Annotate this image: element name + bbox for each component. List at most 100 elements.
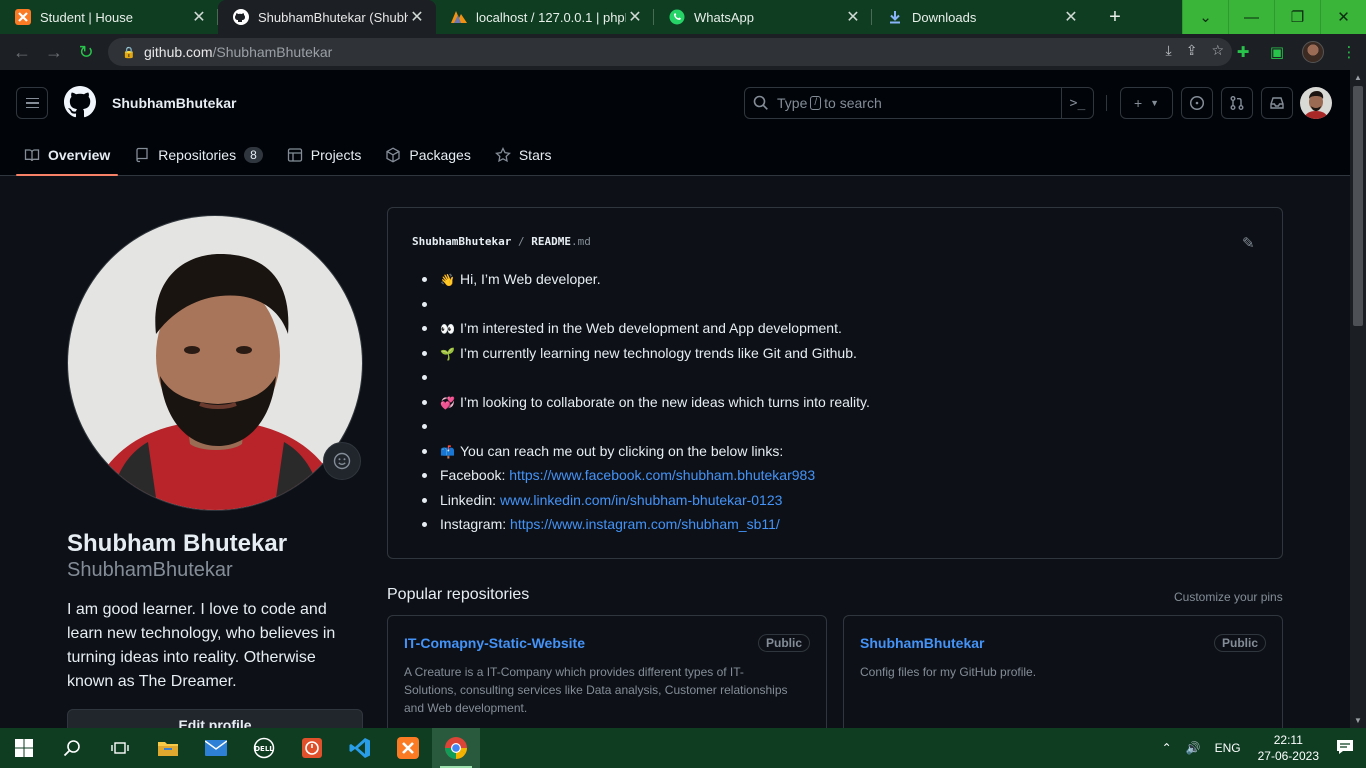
tab-stars[interactable]: Stars — [487, 134, 560, 176]
menu-kebab-icon[interactable]: ⋮ — [1340, 43, 1358, 61]
browser-tab-downloads[interactable]: Downloads ✕ — [872, 0, 1090, 34]
tab-overview[interactable]: Overview — [16, 134, 119, 176]
taskbar-mcafee[interactable] — [288, 728, 336, 768]
issues-button[interactable] — [1181, 87, 1213, 119]
command-palette-icon[interactable]: >_ — [1061, 88, 1093, 118]
close-icon[interactable]: ✕ — [844, 7, 862, 27]
reload-button[interactable]: ↻ — [70, 36, 102, 68]
browser-tab-github[interactable]: ShubhamBhutekar (Shubham ✕ — [218, 0, 436, 34]
pinned-repo-card: ShubhamBhutekar Public Config files for … — [843, 615, 1283, 728]
github-header: ShubhamBhutekar Type / to search >_ + ▼ O… — [0, 70, 1350, 176]
url-input[interactable]: 🔒 github.com/ShubhamBhutekar ⤓ ⇪ ☆ — [108, 38, 1232, 66]
start-button[interactable] — [0, 728, 48, 768]
browser-tab-strip: Student | House ✕ ShubhamBhutekar (Shubh… — [0, 0, 1366, 34]
input-language[interactable]: ENG — [1208, 741, 1248, 755]
taskbar-dell[interactable]: DELL — [240, 728, 288, 768]
edit-profile-button[interactable]: Edit profile — [67, 709, 363, 728]
table-icon — [287, 147, 303, 163]
linkedin-link[interactable]: www.linkedin.com/in/shubham-bhutekar-012… — [500, 492, 782, 508]
arrow-left-icon: ← — [13, 41, 31, 62]
github-logo-icon[interactable] — [64, 86, 96, 118]
scrollbar-thumb[interactable] — [1353, 86, 1363, 326]
scroll-down-arrow-icon[interactable]: ▼ — [1354, 716, 1362, 725]
social-link-linkedin: Linkedin: www.linkedin.com/in/shubham-bh… — [422, 488, 870, 513]
page-scrollbar[interactable]: ▲ ▼ — [1350, 70, 1366, 728]
customize-pins-link[interactable]: Customize your pins — [1174, 590, 1283, 604]
pull-requests-button[interactable] — [1221, 87, 1253, 119]
profile-avatar-image[interactable] — [67, 215, 363, 511]
close-window-button[interactable]: ✕ — [1320, 0, 1366, 34]
profile-avatar[interactable] — [1302, 41, 1324, 63]
pinned-repo-card: IT-Comapny-Static-Website Public A Creat… — [387, 615, 827, 728]
new-tab-button[interactable]: + — [1098, 0, 1132, 34]
repo-name-link[interactable]: ShubhamBhutekar — [860, 635, 984, 651]
create-new-button[interactable]: + ▼ — [1120, 87, 1173, 119]
notifications-icon[interactable] — [1329, 739, 1366, 758]
readme-path-user[interactable]: ShubhamBhutekar — [412, 235, 511, 248]
repo-icon — [134, 147, 150, 163]
close-icon[interactable]: ✕ — [408, 7, 426, 27]
taskbar-mail[interactable] — [192, 728, 240, 768]
repo-name-link[interactable]: IT-Comapny-Static-Website — [404, 635, 585, 651]
hamburger-menu-button[interactable] — [16, 87, 48, 119]
readme-list: 👋 Hi, I’m Web developer. 👀 I’m interested … — [422, 267, 870, 537]
social-link-facebook: Facebook: https://www.facebook.com/shubh… — [422, 463, 870, 488]
list-item: 👀 I’m interested in the Web development a… — [422, 316, 870, 341]
restore-button[interactable]: ❐ — [1274, 0, 1320, 34]
smiley-icon — [333, 452, 351, 470]
facebook-link[interactable]: https://www.facebook.com/shubham.bhuteka… — [509, 467, 815, 483]
taskbar-search-button[interactable] — [48, 728, 96, 768]
task-view-button[interactable] — [96, 728, 144, 768]
tab-search-button[interactable]: ⌄ — [1182, 0, 1228, 34]
task-view-icon — [111, 742, 129, 754]
taskbar-file-explorer[interactable] — [144, 728, 192, 768]
volume-icon[interactable]: 🔊 — [1179, 741, 1208, 755]
lock-icon: 🔒 — [122, 46, 136, 59]
tab-repositories[interactable]: Repositories 8 — [126, 134, 271, 176]
inbox-button[interactable] — [1261, 87, 1293, 119]
close-icon[interactable]: ✕ — [1062, 7, 1080, 27]
clock[interactable]: 22:11 27-06-2023 — [1248, 732, 1329, 764]
taskbar-chrome[interactable] — [432, 728, 480, 768]
reload-icon: ↻ — [78, 41, 94, 62]
user-avatar-icon[interactable] — [1300, 87, 1332, 119]
browser-tab-student-house[interactable]: Student | House ✕ — [0, 0, 218, 34]
close-icon[interactable]: ✕ — [626, 7, 644, 27]
tab-label: Overview — [48, 147, 111, 163]
tab-packages[interactable]: Packages — [377, 134, 478, 176]
scroll-up-arrow-icon[interactable]: ▲ — [1354, 73, 1362, 82]
browser-tab-whatsapp[interactable]: WhatsApp ✕ — [654, 0, 872, 34]
minimize-button[interactable]: — — [1228, 0, 1274, 34]
profile-full-name: Shubham Bhutekar — [67, 530, 288, 557]
browser-tab-phpmyadmin[interactable]: localhost / 127.0.0.1 | phpMy ✕ — [436, 0, 654, 34]
readme-path-separator: / — [517, 235, 525, 248]
phpmyadmin-icon — [450, 8, 468, 26]
search-input[interactable]: Type / to search >_ — [744, 87, 1094, 119]
instagram-link[interactable]: https://www.instagram.com/shubham_sb11/ — [510, 516, 780, 532]
search-icon — [63, 740, 80, 757]
window-controls: ⌄ — ❐ ✕ — [1182, 0, 1366, 34]
taskbar-xampp[interactable] — [384, 728, 432, 768]
bookmark-star-icon[interactable]: ☆ — [1211, 42, 1224, 59]
share-icon[interactable]: ⇪ — [1186, 42, 1198, 59]
forward-button[interactable]: → — [38, 36, 70, 68]
install-icon[interactable]: ⤓ — [1166, 42, 1172, 59]
tab-projects[interactable]: Projects — [279, 134, 370, 176]
github-icon — [232, 8, 250, 26]
side-panel-icon[interactable]: ▣ — [1268, 43, 1286, 61]
chevron-up-icon[interactable]: ⌃ — [1155, 741, 1179, 755]
extensions-puzzle-icon[interactable]: ✚ — [1234, 43, 1252, 61]
readme-path-file[interactable]: README — [531, 235, 571, 248]
taskbar-vscode[interactable] — [336, 728, 384, 768]
set-status-button[interactable] — [323, 442, 361, 480]
social-link-instagram: Instagram: https://www.instagram.com/shu… — [422, 512, 870, 537]
header-username[interactable]: ShubhamBhutekar — [112, 95, 236, 111]
pencil-icon[interactable]: ✎ — [1242, 234, 1255, 252]
back-button[interactable]: ← — [6, 36, 38, 68]
whatsapp-icon — [668, 8, 686, 26]
profile-login: ShubhamBhutekar — [67, 559, 233, 581]
repo-description: A Creature is a IT-Company which provide… — [404, 665, 788, 715]
profile-bio: I am good learner. I love to code and le… — [67, 601, 336, 690]
close-icon[interactable]: ✕ — [190, 7, 208, 27]
tab-title: WhatsApp — [694, 9, 754, 25]
